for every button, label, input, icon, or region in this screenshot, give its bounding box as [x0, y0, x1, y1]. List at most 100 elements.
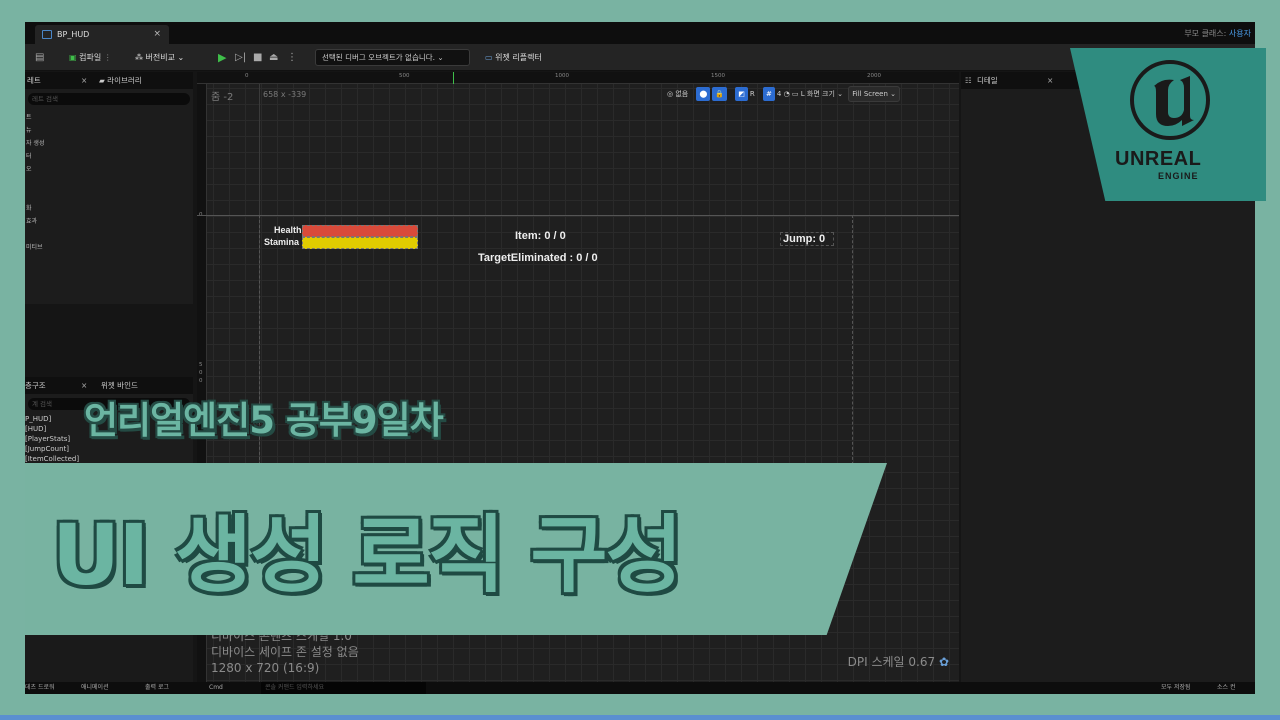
palette-category[interactable]	[25, 176, 193, 189]
fill-screen-dropdown[interactable]: Fill Screen ⌄	[848, 86, 900, 102]
none-label[interactable]: 없음	[675, 90, 688, 98]
tab-palette[interactable]: 레트	[27, 72, 41, 89]
debug-object-select[interactable]: 선택된 디버그 오브젝트가 없습니다. ⌄	[315, 49, 470, 66]
snap-icon[interactable]: ◩	[735, 87, 748, 101]
ruler-label: 0	[199, 378, 203, 384]
console-input[interactable]: 콘솔 커맨드 입력하세요	[261, 682, 426, 694]
lock-icon[interactable]: 🔒	[712, 87, 728, 101]
tab-hierarchy[interactable]: 층구조	[25, 377, 46, 394]
diff-icon: ⁂	[135, 53, 143, 62]
tab-library[interactable]: ▰ 라이브러리	[99, 72, 142, 89]
health-bar[interactable]	[302, 225, 418, 237]
ruler-label: 500	[399, 73, 410, 79]
palette-search-input[interactable]: 레트 검색	[28, 93, 190, 105]
device-safe-zone: 디바이스 세이프 존 설정 없음	[211, 645, 359, 659]
output-log-button[interactable]: 출력 로그	[145, 682, 169, 694]
target-counter: TargetEliminated : 0 / 0	[478, 252, 598, 264]
overlay-title: UI 생성 로직 구성	[52, 506, 683, 604]
grid-icon[interactable]: #	[763, 87, 775, 101]
folder-icon: ▰	[99, 76, 105, 85]
screen-size-label: 화면 크기	[806, 90, 835, 98]
widget-blueprint-icon	[42, 30, 52, 39]
health-label: Health	[274, 225, 302, 235]
cmd-dropdown[interactable]: Cmd	[209, 682, 223, 694]
compile-icon: ▣	[69, 53, 77, 62]
zoom-level: 줌 -2	[211, 92, 234, 103]
hierarchy-item[interactable]: [ItemCollected]	[25, 454, 193, 464]
palette-panel: 레트 × ▰ 라이브러리 레트 검색 트 뉴 자 생성 터 오 화 효과 미티브	[25, 72, 193, 304]
palette-category[interactable]	[25, 228, 193, 241]
stamina-bar[interactable]	[302, 237, 418, 249]
source-control[interactable]: 소스 컨	[1217, 682, 1235, 694]
palette-category[interactable]: 오	[25, 163, 193, 176]
item-counter: Item: 0 / 0	[515, 230, 566, 242]
r-toggle[interactable]: R	[750, 90, 755, 98]
tab-details[interactable]: 디테일	[977, 72, 998, 89]
palette-category[interactable]: 미티브	[25, 241, 193, 254]
save-status[interactable]: 모두 저장됨	[1161, 682, 1191, 694]
logo-word: UNREAL	[1115, 148, 1202, 170]
parent-class-label: 부모 클래스:	[1184, 29, 1227, 38]
dpi-scale[interactable]: DPI 스케일 0.67 ✿	[848, 653, 949, 670]
close-icon[interactable]: ×	[81, 72, 87, 89]
canvas-size: 658 x -339	[263, 90, 307, 99]
animation-button[interactable]: 애니메이션	[81, 682, 109, 694]
grid-size[interactable]: 4	[777, 90, 781, 98]
resolution-label: 1280 x 720 (16:9)	[211, 661, 320, 675]
overlay-subtitle: 언리얼엔진5 공부9일차	[84, 399, 444, 442]
ruler-label: 1500	[711, 73, 725, 79]
gear-icon[interactable]: ✿	[939, 655, 949, 669]
logo-engine: ENGINE	[1158, 171, 1199, 181]
jump-counter: Jump: 0	[780, 232, 835, 246]
tab-bar: BP_HUD × 부모 클래스: 사용자	[25, 22, 1255, 44]
close-icon[interactable]: ×	[1047, 72, 1053, 89]
ruler-top: 0 500 1000 1500 2000	[197, 72, 959, 84]
toggle-icon[interactable]: ⬤	[696, 87, 711, 101]
ruler-label: 5	[199, 362, 203, 368]
angle-icon[interactable]: ◔	[784, 90, 790, 98]
ruler-label: 2000	[867, 73, 881, 79]
palette-category[interactable]: 트	[25, 111, 193, 124]
bottom-edge	[0, 715, 1280, 720]
dpi-label: DPI 스케일 0.67	[847, 655, 936, 669]
step-icon[interactable]: ▷|	[235, 50, 246, 65]
more-icon[interactable]: ⋮	[287, 50, 297, 65]
play-icon[interactable]: ▶	[218, 50, 226, 65]
fill-screen-label: Fill Screen	[852, 90, 888, 98]
compile-button[interactable]: ▣ 컴파일 ⋮	[69, 50, 112, 65]
palette-category[interactable]: 터	[25, 150, 193, 163]
parent-class-value[interactable]: 사용자	[1229, 29, 1251, 38]
ruler-marker	[453, 72, 454, 84]
ruler-label: 1000	[555, 73, 569, 79]
diff-button[interactable]: ⁂ 버전비교 ⌄	[135, 50, 184, 65]
library-label: 라이브러리	[107, 76, 142, 85]
widget-reflector-label: 위젯 리플렉터	[495, 53, 542, 62]
reflector-icon: ▭	[485, 53, 493, 62]
details-icon: ☷	[965, 76, 972, 85]
widget-reflector-button[interactable]: ▭ 위젯 리플렉터	[485, 50, 542, 65]
stop-icon[interactable]: ■	[253, 50, 262, 65]
palette-category[interactable]	[25, 189, 193, 202]
ruler-label: 0	[245, 73, 249, 79]
palette-category[interactable]: 화	[25, 202, 193, 215]
parent-class: 부모 클래스: 사용자	[1184, 28, 1251, 39]
tab-bp-hud[interactable]: BP_HUD ×	[35, 25, 169, 44]
diff-label: 버전비교	[145, 53, 175, 62]
debug-select-value: 선택된 디버그 오브젝트가 없습니다.	[322, 53, 436, 62]
screen-size-button[interactable]: 화면 크기 ⌄	[807, 90, 843, 98]
palette-category[interactable]: 자 생성	[25, 137, 193, 150]
designer-toolbar: ◎ 없음 ⬤ 🔒 ◩ R #4 ◔ ▭ L 화면 크기 ⌄ Fill Screen …	[667, 86, 900, 102]
compile-label: 컴파일	[79, 53, 102, 62]
close-icon[interactable]: ×	[153, 25, 161, 44]
palette-category[interactable]: 효과	[25, 215, 193, 228]
globe-icon[interactable]: ◎	[667, 90, 673, 98]
hierarchy-item[interactable]: [JumpCount]	[25, 444, 193, 454]
folder-icon[interactable]: ▤	[35, 50, 44, 65]
palette-category[interactable]: 뉴	[25, 124, 193, 137]
ruler-label: 0	[199, 370, 203, 376]
scale-value[interactable]: L	[801, 90, 805, 98]
content-drawer-button[interactable]: 데츠 드로워	[25, 682, 55, 694]
scale-icon[interactable]: ▭	[792, 90, 799, 98]
palette-tabs: 레트 × ▰ 라이브러리	[25, 72, 193, 89]
eject-icon[interactable]: ⏏	[269, 50, 278, 65]
